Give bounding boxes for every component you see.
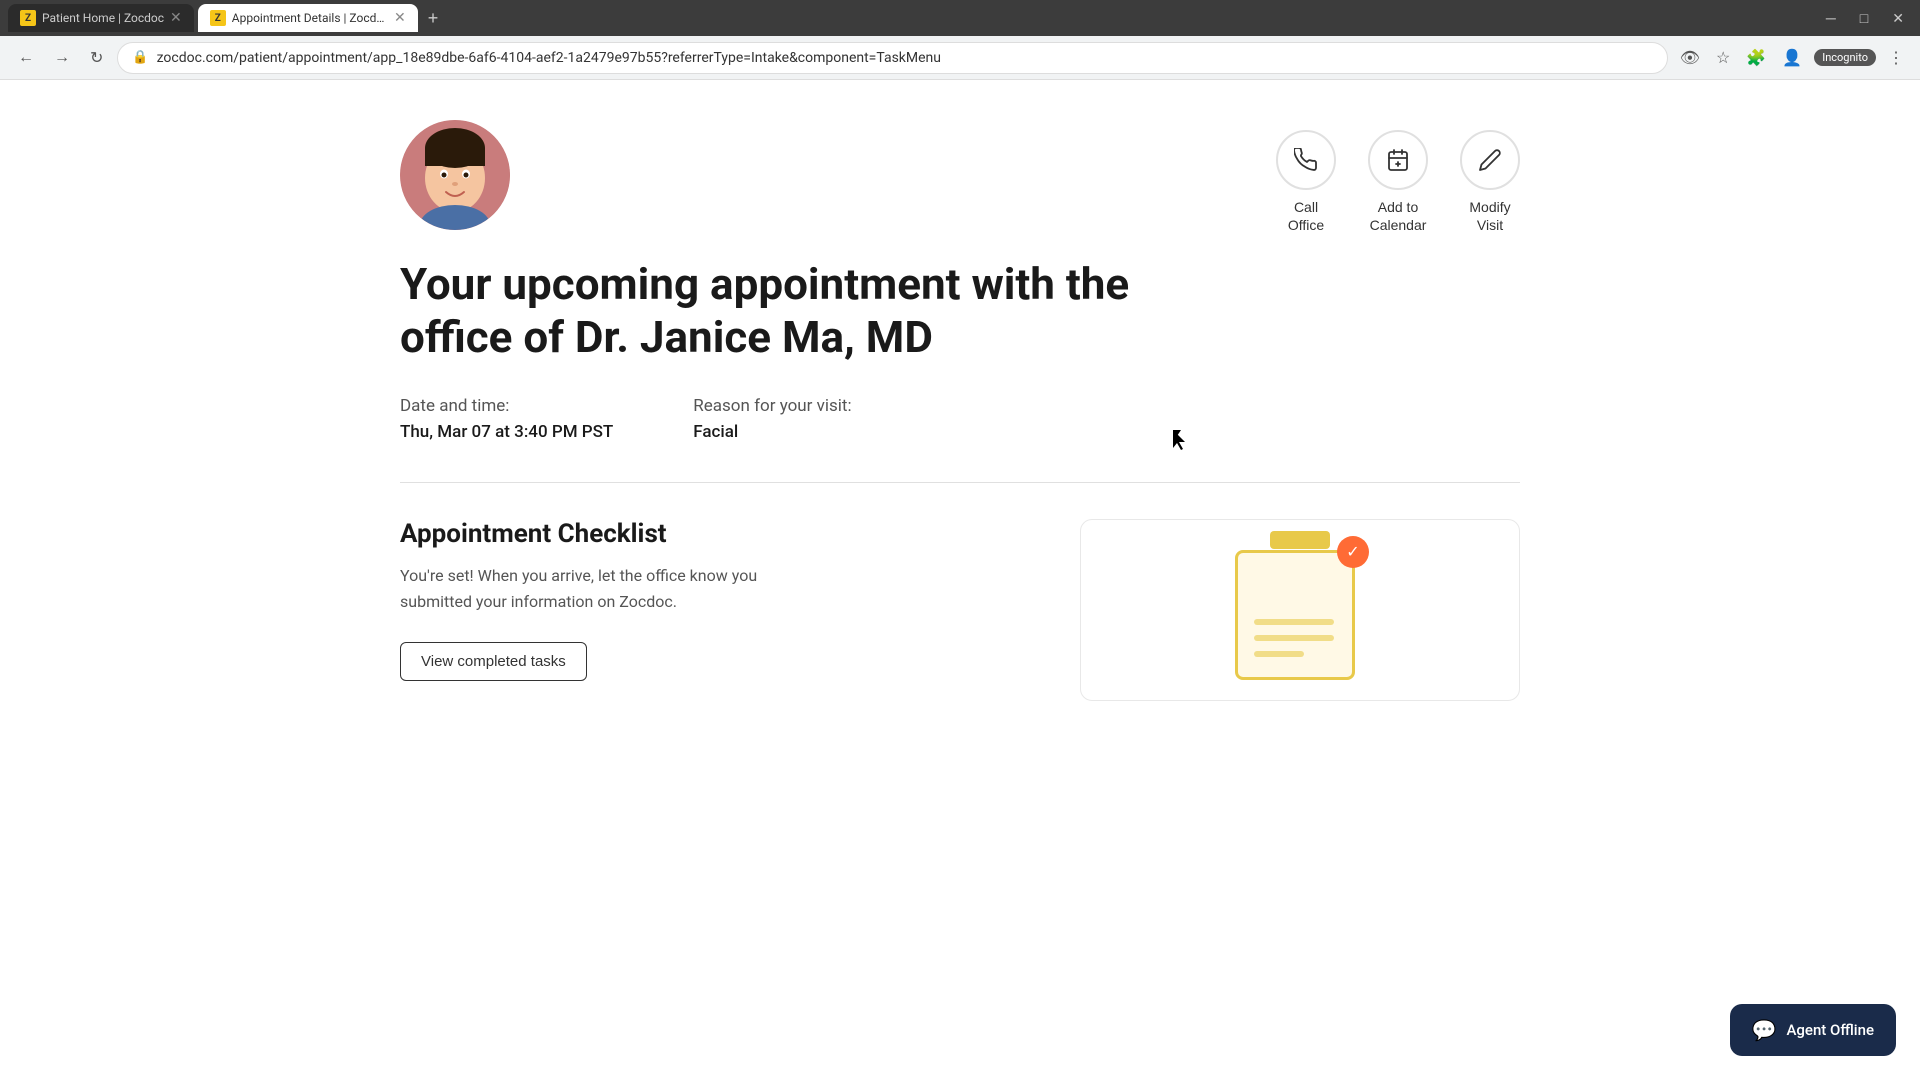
browser-chrome: Z Patient Home | Zocdoc ✕ Z Appointment … (0, 0, 1920, 80)
reason-label: Reason for your visit: (693, 396, 851, 416)
add-calendar-icon-circle (1368, 130, 1428, 190)
checklist-illustration-container: ✓ (1080, 519, 1520, 701)
call-office-label: CallOffice (1288, 198, 1324, 234)
new-tab-button[interactable]: + (422, 8, 445, 29)
zocdoc-favicon-2: Z (210, 10, 226, 26)
clipboard-line-1 (1254, 619, 1334, 625)
clipboard-lines (1254, 619, 1334, 657)
add-calendar-label: Add toCalendar (1370, 198, 1427, 234)
close-button[interactable]: ✕ (1884, 8, 1912, 29)
clipboard-body (1235, 550, 1355, 680)
reason-detail-group: Reason for your visit: Facial (693, 396, 851, 442)
modify-visit-icon-circle (1460, 130, 1520, 190)
chat-widget[interactable]: 💬 Agent Offline (1730, 1004, 1896, 1056)
menu-icon[interactable]: ⋮ (1884, 44, 1908, 72)
extension-icon[interactable]: 🧩 (1742, 44, 1770, 72)
minimize-button[interactable]: ─ (1818, 8, 1844, 29)
section-divider (400, 482, 1520, 483)
browser-titlebar: Z Patient Home | Zocdoc ✕ Z Appointment … (0, 0, 1920, 36)
chat-widget-label: Agent Offline (1786, 1021, 1874, 1039)
forward-button[interactable]: → (48, 45, 76, 71)
tab-title-1: Patient Home | Zocdoc (42, 11, 164, 25)
date-value: Thu, Mar 07 at 3:40 PM PST (400, 422, 613, 442)
call-office-icon-circle (1276, 130, 1336, 190)
appointment-header: CallOffice Add toCalendar (400, 120, 1520, 234)
page-content: CallOffice Add toCalendar (240, 80, 1680, 741)
modify-visit-button[interactable]: ModifyVisit (1460, 130, 1520, 234)
window-controls: ─ □ ✕ (1818, 8, 1912, 29)
modify-visit-label: ModifyVisit (1469, 198, 1510, 234)
chat-icon: 💬 (1752, 1018, 1777, 1042)
tab-patient-home[interactable]: Z Patient Home | Zocdoc ✕ (8, 4, 194, 32)
clipboard-illustration: ✓ (1235, 540, 1365, 680)
address-bar[interactable]: 🔒 zocdoc.com/patient/appointment/app_18e… (117, 42, 1667, 74)
maximize-button[interactable]: □ (1852, 8, 1876, 29)
checklist-description: You're set! When you arrive, let the off… (400, 563, 820, 614)
url-text: zocdoc.com/patient/appointment/app_18e89… (157, 50, 1653, 66)
action-buttons: CallOffice Add toCalendar (1276, 130, 1520, 234)
eye-off-icon[interactable]: 👁 (1676, 44, 1704, 72)
view-completed-tasks-button[interactable]: View completed tasks (400, 642, 587, 681)
refresh-button[interactable]: ↻ (84, 44, 109, 72)
incognito-badge: Incognito (1814, 49, 1876, 66)
checklist-section: Appointment Checklist You're set! When y… (400, 519, 1520, 701)
appointment-title: Your upcoming appointment with the offic… (400, 258, 1200, 364)
zocdoc-favicon-1: Z (20, 10, 36, 26)
toolbar-icons: 👁 ☆ 🧩 👤 Incognito ⋮ (1676, 44, 1908, 72)
doctor-avatar (400, 120, 510, 230)
tab-close-2[interactable]: ✕ (394, 10, 406, 26)
checklist-left: Appointment Checklist You're set! When y… (400, 519, 1040, 681)
date-detail-group: Date and time: Thu, Mar 07 at 3:40 PM PS… (400, 396, 613, 442)
profile-icon[interactable]: 👤 (1778, 44, 1806, 72)
date-label: Date and time: (400, 396, 613, 416)
appointment-details: Date and time: Thu, Mar 07 at 3:40 PM PS… (400, 396, 1520, 442)
call-office-button[interactable]: CallOffice (1276, 130, 1336, 234)
browser-toolbar: ← → ↻ 🔒 zocdoc.com/patient/appointment/a… (0, 36, 1920, 80)
reason-value: Facial (693, 422, 851, 442)
bookmark-icon[interactable]: ☆ (1712, 44, 1734, 72)
lock-icon: 🔒 (132, 50, 148, 65)
checklist-title: Appointment Checklist (400, 519, 1040, 549)
back-button[interactable]: ← (12, 45, 40, 71)
tab-close-1[interactable]: ✕ (170, 10, 182, 26)
checkmark-badge: ✓ (1337, 536, 1369, 568)
clipboard-line-3 (1254, 651, 1304, 657)
clipboard-line-2 (1254, 635, 1334, 641)
tab-title-2: Appointment Details | Zocdoc (232, 11, 388, 25)
tab-appointment-details[interactable]: Z Appointment Details | Zocdoc ✕ (198, 4, 418, 32)
clipboard-clip (1270, 531, 1330, 549)
add-calendar-button[interactable]: Add toCalendar (1368, 130, 1428, 234)
